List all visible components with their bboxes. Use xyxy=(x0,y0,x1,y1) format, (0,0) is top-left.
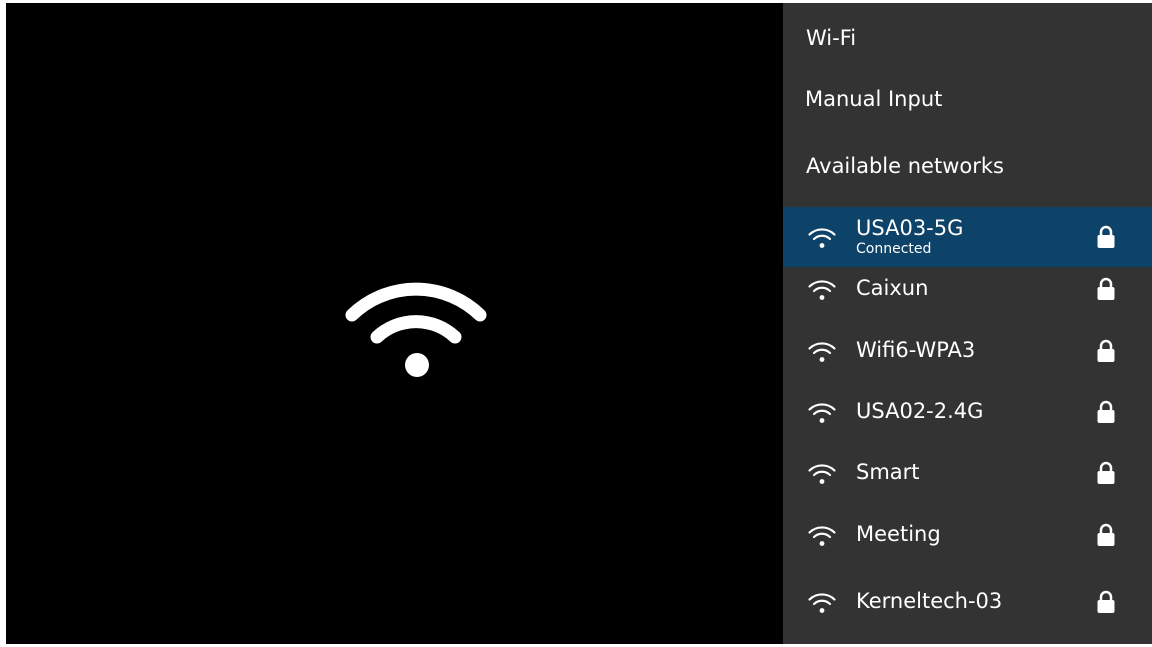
manual-input-item[interactable]: Manual Input xyxy=(805,86,942,112)
network-item-smart[interactable]: Smart xyxy=(783,443,1152,503)
wifi-icon xyxy=(808,228,836,248)
lock-icon xyxy=(1097,339,1115,362)
lock-icon xyxy=(1097,461,1115,484)
wifi-icon xyxy=(808,342,836,362)
wifi-settings-panel: Wi-Fi Manual Input Available networks US… xyxy=(783,3,1152,644)
lock-icon xyxy=(1097,277,1115,300)
lock-icon xyxy=(1097,225,1115,248)
network-name: Meeting xyxy=(856,522,941,546)
connection-status: Connected xyxy=(856,241,932,257)
wifi-icon xyxy=(345,282,487,377)
lock-icon xyxy=(1097,400,1115,423)
network-name: Caixun xyxy=(856,276,929,300)
network-name: Wifi6-WPA3 xyxy=(856,338,976,362)
preview-pane xyxy=(6,3,783,644)
network-name: Smart xyxy=(856,460,920,484)
network-item-usa03-5g[interactable]: USA03-5G Connected xyxy=(783,207,1152,267)
panel-title: Wi-Fi xyxy=(806,26,857,50)
network-item-wifi6-wpa3[interactable]: Wifi6-WPA3 xyxy=(783,321,1152,381)
network-name: USA02-2.4G xyxy=(856,399,984,423)
wifi-icon xyxy=(808,593,836,613)
wifi-icon xyxy=(808,403,836,423)
wifi-icon xyxy=(808,526,836,546)
network-name: Kerneltech-03 xyxy=(856,589,1003,613)
available-networks-heading: Available networks xyxy=(806,154,1004,178)
wifi-icon xyxy=(808,464,836,484)
network-name: USA03-5G xyxy=(856,216,964,240)
network-item-usa02-2-4g[interactable]: USA02-2.4G xyxy=(783,382,1152,442)
network-item-kerneltech-03[interactable]: Kerneltech-03 xyxy=(783,572,1152,632)
lock-icon xyxy=(1097,590,1115,613)
network-item-meeting[interactable]: Meeting xyxy=(783,505,1152,565)
lock-icon xyxy=(1097,523,1115,546)
wifi-icon xyxy=(808,280,836,300)
network-item-caixun[interactable]: Caixun xyxy=(783,259,1152,319)
